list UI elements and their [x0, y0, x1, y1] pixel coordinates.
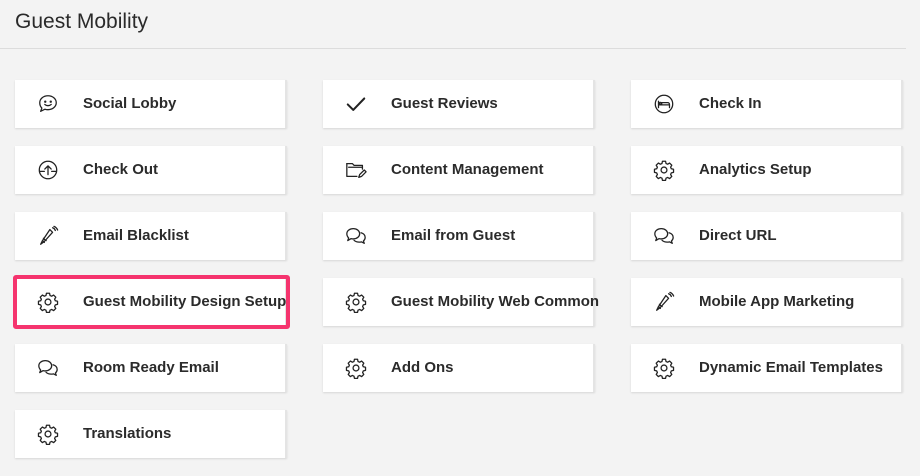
tile-analytics-setup[interactable]: Analytics Setup — [631, 146, 903, 194]
upload-circle-icon — [37, 159, 59, 181]
module-grid: Social Lobby Guest Reviews Check In Chec… — [0, 0, 920, 476]
tile-label: Check In — [699, 95, 762, 112]
tile-label: Guest Reviews — [391, 95, 498, 112]
tile-translations[interactable]: Translations — [15, 410, 287, 458]
megaphone-icon — [653, 291, 675, 313]
tile-label: Guest Mobility Design Setup — [83, 293, 287, 310]
tile-guest-mobility-design-setup[interactable]: Guest Mobility Design Setup — [15, 278, 287, 326]
tile-mobile-app-marketing[interactable]: Mobile App Marketing — [631, 278, 903, 326]
tile-label: Analytics Setup — [699, 161, 812, 178]
smiley-chat-icon — [37, 93, 59, 115]
tile-label: Add Ons — [391, 359, 454, 376]
tile-add-ons[interactable]: Add Ons — [323, 344, 595, 392]
tile-label: Content Management — [391, 161, 544, 178]
gear-icon — [345, 291, 367, 313]
chat-bubbles-icon — [345, 225, 367, 247]
tile-dynamic-email-templates[interactable]: Dynamic Email Templates — [631, 344, 903, 392]
tile-label: Direct URL — [699, 227, 777, 244]
tile-label: Check Out — [83, 161, 159, 178]
tile-label: Room Ready Email — [83, 359, 219, 376]
bed-icon — [653, 93, 675, 115]
gear-icon — [37, 291, 59, 313]
tile-email-from-guest[interactable]: Email from Guest — [323, 212, 595, 260]
tile-check-in[interactable]: Check In — [631, 80, 903, 128]
tile-room-ready-email[interactable]: Room Ready Email — [15, 344, 287, 392]
tile-label: Translations — [83, 425, 172, 442]
tile-guest-mobility-web-common[interactable]: Guest Mobility Web Common — [323, 278, 599, 326]
tile-direct-url[interactable]: Direct URL — [631, 212, 903, 260]
gear-icon — [653, 357, 675, 379]
gear-icon — [653, 159, 675, 181]
megaphone-icon — [37, 225, 59, 247]
tile-email-blacklist[interactable]: Email Blacklist — [15, 212, 287, 260]
gear-icon — [37, 423, 59, 445]
tile-content-management[interactable]: Content Management — [323, 146, 595, 194]
chat-bubbles-icon — [653, 225, 675, 247]
tile-label: Email Blacklist — [83, 227, 189, 244]
folder-edit-icon — [345, 159, 367, 181]
gear-icon — [345, 357, 367, 379]
tile-check-out[interactable]: Check Out — [15, 146, 287, 194]
tile-label: Guest Mobility Web Common — [391, 293, 600, 310]
tile-social-lobby[interactable]: Social Lobby — [15, 80, 287, 128]
tile-label: Mobile App Marketing — [699, 293, 855, 310]
tile-label: Social Lobby — [83, 95, 177, 112]
chat-bubbles-icon — [37, 357, 59, 379]
checkmark-icon — [345, 93, 367, 115]
tile-label: Email from Guest — [391, 227, 516, 244]
tile-label: Dynamic Email Templates — [699, 359, 883, 376]
tile-guest-reviews[interactable]: Guest Reviews — [323, 80, 595, 128]
